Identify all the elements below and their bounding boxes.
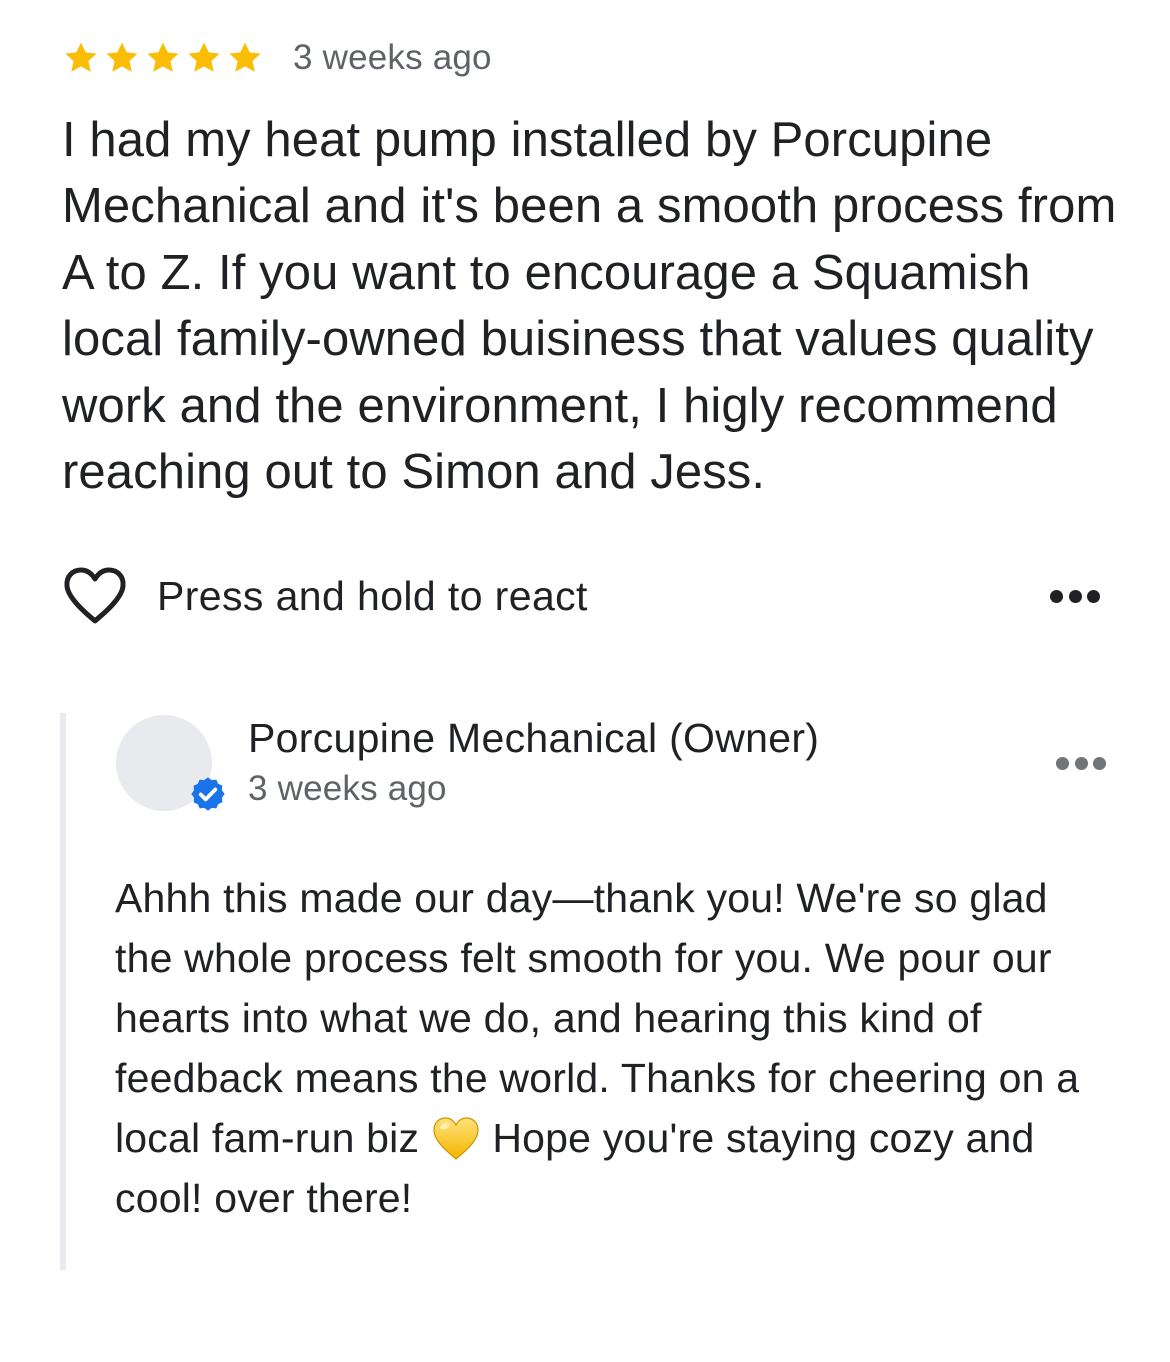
react-row[interactable]: Press and hold to react — [62, 565, 1110, 627]
owner-reply: Porcupine Mechanical (Owner) 3 weeks ago… — [60, 713, 1116, 1270]
review-date: 3 weeks ago — [293, 38, 492, 77]
star-icon — [103, 39, 141, 77]
more-dot — [1087, 589, 1100, 603]
yellow-heart-emoji — [431, 1114, 481, 1164]
star-icon — [62, 39, 100, 77]
owner-reply-date: 3 weeks ago — [248, 769, 447, 808]
star-icon — [144, 39, 182, 77]
heart-outline-icon[interactable] — [62, 566, 128, 626]
review-text: I had my heat pump installed by Porcupin… — [62, 113, 1117, 500]
rating-row: 3 weeks ago — [62, 36, 492, 80]
more-horizontal-icon[interactable] — [1056, 755, 1106, 771]
star-rating — [62, 39, 264, 77]
react-label[interactable]: Press and hold to react — [157, 573, 588, 620]
more-dot — [1093, 756, 1106, 770]
star-icon — [226, 39, 264, 77]
review-card: 3 weeks ago I had my heat pump installed… — [0, 0, 1170, 1362]
more-dot — [1068, 589, 1082, 603]
more-dot — [1074, 756, 1088, 770]
more-dot — [1056, 756, 1069, 770]
owner-reply-text: Ahhh this made our day—thank you! We're … — [115, 868, 1105, 1228]
owner-name[interactable]: Porcupine Mechanical (Owner) — [248, 715, 819, 762]
star-icon — [185, 39, 223, 77]
more-horizontal-icon[interactable] — [1050, 588, 1100, 604]
verified-badge-icon — [189, 775, 227, 813]
more-dot — [1050, 589, 1063, 603]
